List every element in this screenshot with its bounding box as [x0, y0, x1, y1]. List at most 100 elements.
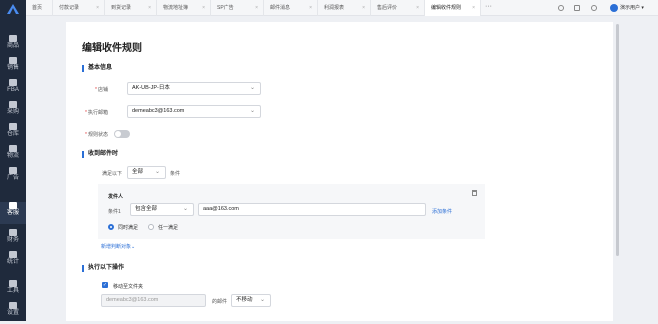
move-select[interactable]: 不移动 ⌄: [231, 294, 271, 307]
sidebar-item-label: 采购: [6, 109, 19, 115]
tab-mail-messages[interactable]: 邮件消息 ×: [264, 0, 318, 16]
sidebar-item-stats[interactable]: 统计: [0, 251, 26, 273]
condition-operator-select[interactable]: 包含全部 ⌄: [130, 203, 194, 216]
tab-edit-rule[interactable]: 编辑收件规则 ×: [425, 0, 481, 16]
tab-label: 物流地址簿: [163, 5, 189, 11]
email-label: *执行邮箱: [85, 110, 108, 116]
chevron-down-icon: ⌄: [249, 85, 255, 91]
radio-all[interactable]: [108, 224, 114, 230]
sidebar-item-finance[interactable]: 财务: [0, 229, 26, 251]
tab-label: 售后评价: [377, 5, 398, 11]
email-select[interactable]: demeabc3@163.com ⌄: [127, 105, 261, 118]
sales-icon: [9, 57, 17, 64]
close-icon[interactable]: ×: [148, 0, 151, 16]
sidebar-item-tools[interactable]: 工具: [0, 280, 26, 302]
chevron-down-icon: ▾: [641, 5, 644, 11]
section-basic-info: 基本信息: [82, 65, 112, 72]
sidebar-item-label: 客服: [6, 210, 19, 216]
tab-bar: 首页 付款记录 × 到货记录 × 物流地址簿 × SP广告 × 邮件消息 × 利润报表 × …: [26, 0, 658, 16]
close-icon[interactable]: ×: [472, 0, 475, 16]
radio-any[interactable]: [148, 224, 154, 230]
radio-any-label: 任一满足: [158, 225, 179, 231]
tab-home[interactable]: 首页: [26, 0, 53, 16]
condition-value-input[interactable]: aaa@163.com: [198, 203, 426, 216]
sidebar-item-label: 物流: [6, 153, 19, 159]
help-icon[interactable]: [558, 5, 564, 11]
close-icon[interactable]: ×: [202, 0, 205, 16]
chevron-down-icon: ⌄: [249, 108, 255, 114]
sidebar-item-label: 广告: [6, 175, 19, 181]
ads-icon: [9, 167, 17, 174]
move-folder-label: 移动至文件夹: [113, 284, 144, 290]
more-tabs-icon[interactable]: ···: [485, 0, 492, 14]
shop-label: *店铺: [95, 87, 108, 93]
close-icon[interactable]: ×: [96, 0, 99, 16]
app-logo-icon: [7, 4, 19, 14]
satisfy-suffix: 条件: [170, 171, 181, 177]
avatar: [610, 3, 618, 12]
tab-reviews[interactable]: 售后评价 ×: [371, 0, 425, 16]
sidebar-item-service[interactable]: 客服: [0, 202, 26, 224]
tab-label: 邮件消息: [270, 5, 291, 11]
tab-address-book[interactable]: 物流地址簿 ×: [157, 0, 211, 16]
sidebar-item-label: 工具: [6, 288, 19, 294]
sidebar-item-logistics[interactable]: 物流: [0, 145, 26, 167]
add-condition-link[interactable]: 添加条件: [432, 208, 452, 215]
chevron-down-icon: ⌄: [182, 206, 188, 212]
sidebar-item-fba[interactable]: FBA: [0, 79, 26, 101]
purchase-icon: [9, 101, 17, 108]
user-menu[interactable]: 演示用户 ▾: [610, 0, 644, 16]
message-icon[interactable]: [574, 5, 580, 11]
sidebar-item-label: 财务: [6, 237, 19, 243]
tab-label: 付款记录: [59, 5, 80, 11]
sidebar-item-products[interactable]: 商品: [0, 35, 26, 57]
tab-sp-ads[interactable]: SP广告 ×: [211, 0, 264, 16]
warehouse-icon: [9, 123, 17, 130]
tab-label: 利润报表: [324, 5, 345, 11]
tab-payments[interactable]: 付款记录 ×: [53, 0, 105, 16]
sidebar-item-label: 商品: [6, 43, 19, 49]
condition-label: 条件1: [108, 209, 121, 215]
sidebar-item-sales[interactable]: 销售: [0, 57, 26, 79]
scrollbar[interactable]: [616, 24, 619, 256]
section-receive: 收到邮件时: [82, 151, 118, 158]
finance-icon: [9, 229, 17, 236]
tab-label: 编辑收件规则: [431, 5, 462, 11]
shop-select[interactable]: AK-UB-JP-日本 ⌄: [127, 82, 261, 95]
bell-icon[interactable]: [591, 5, 597, 11]
sidebar-item-warehouse[interactable]: 仓库: [0, 123, 26, 145]
close-icon[interactable]: ×: [309, 0, 312, 16]
section-actions: 执行以下操作: [82, 265, 124, 272]
user-name: 演示用户: [620, 5, 641, 11]
trash-icon[interactable]: [472, 190, 477, 196]
sidebar-item-label: 销售: [6, 65, 19, 71]
folder-input[interactable]: demeabc3@163.com: [101, 294, 206, 307]
close-icon[interactable]: ×: [416, 0, 419, 16]
mail-icon: [9, 202, 17, 209]
sidebar-item-label: 设置: [6, 310, 19, 316]
sidebar-item-label: 仓库: [6, 131, 19, 137]
tab-label: 到货记录: [111, 5, 132, 11]
rule-status-toggle[interactable]: [114, 130, 130, 138]
satisfy-select[interactable]: 全部 ⌄: [127, 166, 166, 179]
products-icon: [9, 35, 17, 42]
chevron-down-icon: ⌄: [131, 244, 136, 250]
sender-title: 发件人: [108, 194, 124, 200]
tab-profit-report[interactable]: 利润报表 ×: [318, 0, 371, 16]
move-folder-checkbox[interactable]: ✓: [102, 282, 108, 288]
truck-icon: [9, 145, 17, 152]
page-title: 编辑收件规则: [82, 43, 142, 54]
tab-label: 首页: [32, 5, 43, 11]
tab-arrivals[interactable]: 到货记录 ×: [105, 0, 157, 16]
close-icon[interactable]: ×: [255, 0, 258, 16]
satisfy-prefix: 满足以下: [102, 171, 123, 177]
sidebar-item-ads[interactable]: 广告: [0, 167, 26, 189]
chart-icon: [9, 251, 17, 258]
radio-all-label: 同时满足: [118, 225, 139, 231]
sidebar-item-purchase[interactable]: 采购: [0, 101, 26, 123]
close-icon[interactable]: ×: [362, 0, 365, 16]
add-condition-object-link[interactable]: 新增判断对象⌄: [101, 243, 135, 250]
sidebar-item-label: 统计: [6, 259, 19, 265]
fba-icon: [9, 79, 17, 86]
status-label: *规则状态: [85, 132, 108, 138]
